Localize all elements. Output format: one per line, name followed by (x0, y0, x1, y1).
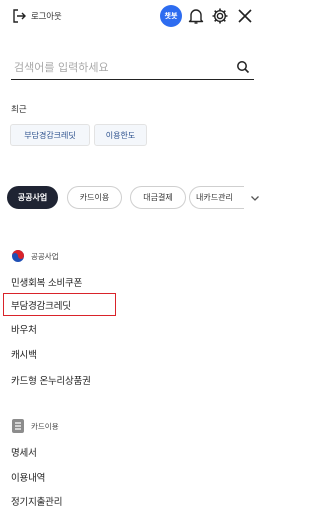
korea-taegeuk-icon (12, 250, 24, 262)
search-input[interactable] (11, 56, 221, 78)
tab-public-business[interactable]: 공공사업 (7, 186, 58, 209)
recent-chip[interactable]: 이용한도 (94, 124, 147, 146)
close-icon (238, 9, 252, 23)
category-tabs: 공공사업 카드이용 대금결제 내카드관리 (7, 186, 263, 210)
bell-icon (188, 9, 204, 24)
menu-item[interactable]: 이용내역 (11, 470, 45, 484)
close-button[interactable] (235, 6, 255, 26)
document-list-icon (12, 419, 24, 433)
tab-my-card[interactable]: 내카드관리 (189, 186, 244, 209)
tab-card-usage[interactable]: 카드이용 (67, 186, 122, 209)
section-header-card-usage: 카드이용 (11, 418, 59, 434)
logout-button[interactable]: 로그아웃 (11, 7, 62, 25)
logout-icon (13, 9, 26, 23)
chevron-down-icon[interactable] (249, 192, 261, 204)
tab-payment[interactable]: 대금결제 (130, 186, 186, 209)
menu-item[interactable]: 명세서 (11, 445, 37, 459)
menu-screen: 로그아웃 챗봇 검색어를 입력하세요 최근 부담경감크레딧 이용한도 공공사업 … (0, 0, 266, 516)
logout-label: 로그아웃 (31, 12, 62, 22)
chatbot-label: 챗봇 (164, 12, 178, 20)
notification-button[interactable] (186, 6, 206, 26)
section-title: 카드이용 (31, 421, 59, 431)
chatbot-button[interactable]: 챗봇 (160, 5, 182, 27)
menu-item[interactable]: 민생회복 소비쿠폰 (11, 275, 82, 289)
section-header-public-business: 공공사업 (11, 249, 59, 263)
menu-item[interactable]: 카드형 온누리상품권 (11, 373, 91, 387)
settings-button[interactable] (210, 6, 230, 26)
menu-item[interactable]: 정기지출관리 (11, 494, 62, 508)
top-bar: 로그아웃 챗봇 (0, 0, 266, 34)
section-title: 공공사업 (31, 251, 59, 261)
gear-icon (212, 8, 228, 24)
search-icon[interactable] (236, 60, 250, 74)
menu-item[interactable]: 캐시백 (11, 347, 37, 361)
search-bar (11, 55, 254, 80)
menu-item[interactable]: 바우처 (11, 322, 37, 336)
highlight-box (3, 293, 116, 316)
recent-title: 최근 (11, 105, 27, 115)
recent-chip[interactable]: 부담경감크레딧 (10, 124, 90, 146)
